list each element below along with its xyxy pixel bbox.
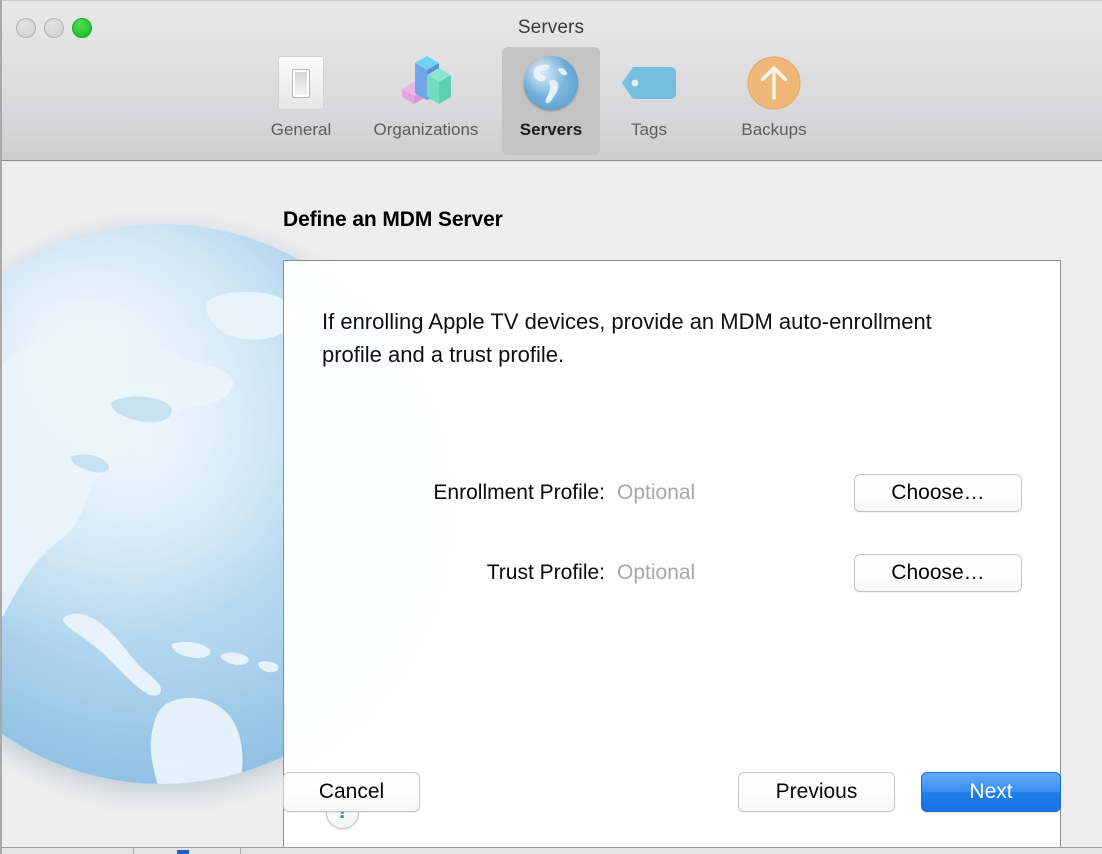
enrollment-profile-value: Optional	[617, 481, 696, 504]
toolbar-label-backups: Backups	[741, 120, 807, 139]
wizard-panel: If enrolling Apple TV devices, provide a…	[283, 260, 1061, 854]
trust-profile-value: Optional	[617, 561, 696, 584]
cancel-button[interactable]: Cancel	[283, 772, 420, 812]
toolbar-item-general[interactable]: General	[252, 47, 350, 155]
toolbar-item-organizations[interactable]: Organizations	[350, 47, 502, 155]
toolbar-item-servers[interactable]: Servers	[502, 47, 600, 155]
page-title: Define an MDM Server	[283, 208, 503, 231]
enrollment-profile-choose-button[interactable]: Choose…	[854, 474, 1022, 512]
enrollment-profile-label: Enrollment Profile:	[433, 481, 605, 504]
trust-profile-choose-button[interactable]: Choose…	[854, 554, 1022, 592]
next-button[interactable]: Next	[921, 772, 1061, 812]
bottom-window-chrome	[0, 847, 1102, 854]
light-switch-icon	[271, 53, 331, 113]
bar-blocks-icon	[396, 53, 456, 113]
titlebar: Servers General Organizations Servers Ta…	[0, 0, 1102, 161]
toolbar-label-servers: Servers	[519, 120, 583, 139]
panel-description: If enrolling Apple TV devices, provide a…	[322, 309, 932, 367]
toolbar-item-backups[interactable]: Backups	[698, 47, 850, 155]
toolbar: General Organizations Servers Tags Backu…	[0, 47, 1102, 155]
globe-icon	[521, 53, 581, 113]
bottom-progress-mark	[177, 850, 189, 854]
toolbar-label-tags: Tags	[631, 120, 667, 139]
field-row-enrollment-profile: Enrollment Profile: Optional Choose…	[284, 473, 1062, 513]
toolbar-label-organizations: Organizations	[373, 120, 479, 139]
trust-profile-label: Trust Profile:	[486, 561, 605, 584]
window-title: Servers	[517, 17, 585, 38]
toolbar-label-general: General	[270, 120, 332, 139]
content-area: Define an MDM Server If enrolling Apple …	[0, 162, 1102, 854]
preferences-window: Servers General Organizations Servers Ta…	[0, 0, 1102, 854]
toolbar-item-tags[interactable]: Tags	[600, 47, 698, 155]
upload-arrow-icon	[744, 53, 804, 113]
previous-button[interactable]: Previous	[738, 772, 895, 812]
window-left-edge	[0, 0, 2, 854]
field-row-trust-profile: Trust Profile: Optional Choose…	[284, 553, 1062, 593]
tag-icon	[619, 53, 679, 113]
